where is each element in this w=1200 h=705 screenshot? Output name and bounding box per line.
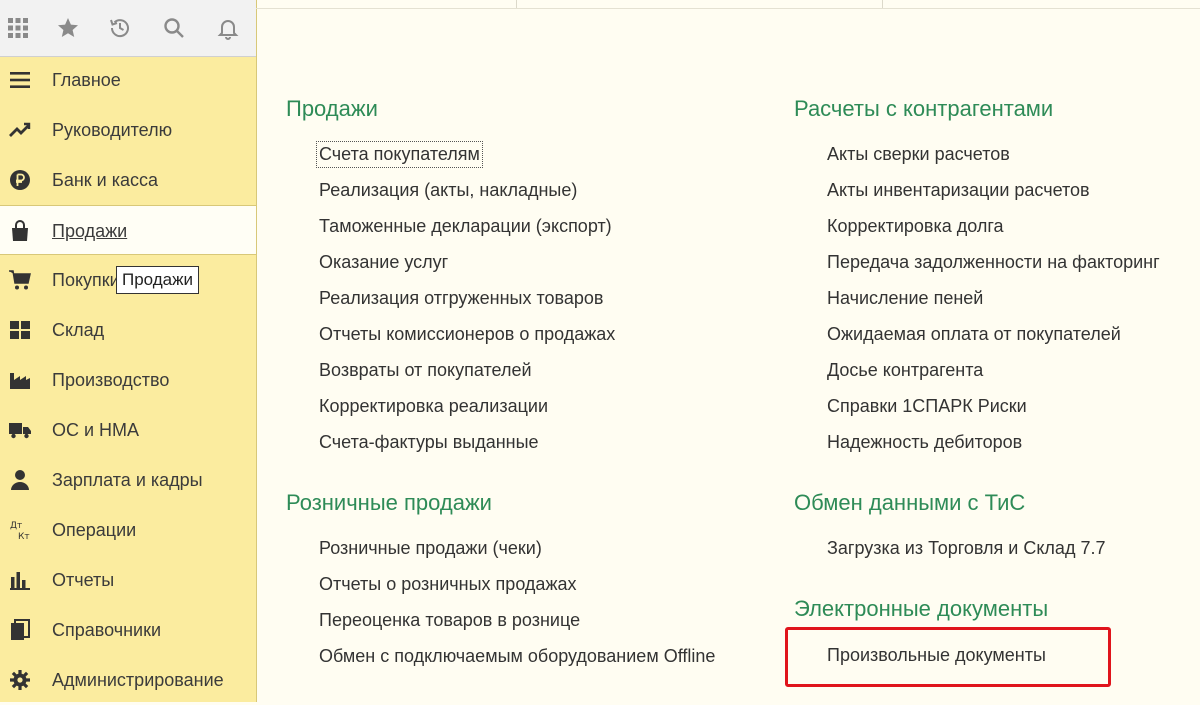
sidebar-item-reports[interactable]: Отчеты	[0, 555, 256, 605]
sidebar-item-label: Зарплата и кадры	[52, 470, 203, 490]
link-offline-equipment[interactable]: Обмен с подключаемым оборудованием Offli…	[319, 646, 715, 667]
link-customer-invoices[interactable]: Счета покупателям	[316, 141, 483, 168]
sidebar-item-operations[interactable]: Дт Кт Операции	[0, 505, 256, 555]
sidebar-item-label: Главное	[52, 70, 121, 90]
notifications-bell-icon[interactable]	[214, 14, 242, 42]
sidebar-item-label: ОС и НМА	[52, 420, 140, 440]
warehouse-grid-icon	[8, 318, 32, 342]
sidebar-item-assets[interactable]: ОС и НМА	[0, 405, 256, 455]
sidebar-item-main[interactable]: Главное	[0, 55, 256, 105]
books-icon	[8, 618, 32, 642]
section-title-retail: Розничные продажи	[286, 490, 492, 515]
svg-text:Кт: Кт	[18, 532, 30, 541]
link-expected-payment[interactable]: Ожидаемая оплата от покупателей	[827, 324, 1121, 345]
section-title-exchange: Обмен данными с ТиС	[794, 490, 1026, 515]
tooltip: Продажи	[116, 266, 199, 294]
link-tis-import[interactable]: Загрузка из Торговля и Склад 7.7	[827, 538, 1105, 559]
tab-strip	[256, 0, 1200, 9]
sidebar-item-label: Операции	[52, 520, 137, 540]
history-icon[interactable]	[106, 14, 134, 42]
sidebar-item-label: Отчеты	[52, 570, 115, 590]
tab-divider	[516, 0, 517, 8]
ruble-coin-icon	[8, 168, 32, 192]
sidebar: Главное Руководителю Банк и касса Продаж…	[0, 0, 257, 702]
sidebar-item-label: Справочники	[52, 620, 162, 640]
link-sales-acts[interactable]: Реализация (акты, накладные)	[319, 180, 577, 201]
truck-icon	[8, 418, 32, 442]
sidebar-item-directories[interactable]: Справочники	[0, 605, 256, 655]
link-penalties[interactable]: Начисление пеней	[827, 288, 983, 309]
link-debt-adjustment[interactable]: Корректировка долга	[827, 216, 1004, 237]
link-retail-revaluation[interactable]: Переоценка товаров в рознице	[319, 610, 580, 631]
link-counterparty-dossier[interactable]: Досье контрагента	[827, 360, 983, 381]
factory-icon	[8, 368, 32, 392]
link-sales-adjustment[interactable]: Корректировка реализации	[319, 396, 548, 417]
sidebar-item-label: Банк и касса	[52, 170, 158, 190]
sidebar-item-sales[interactable]: Продажи	[0, 205, 256, 255]
menu-lines-icon	[8, 68, 32, 92]
sidebar-item-production[interactable]: Производство	[0, 355, 256, 405]
top-toolbar	[0, 0, 256, 57]
link-issued-invoices[interactable]: Счета-фактуры выданные	[319, 432, 539, 453]
shopping-bag-icon	[8, 219, 32, 243]
link-shipped-goods[interactable]: Реализация отгруженных товаров	[319, 288, 603, 309]
sidebar-item-bank[interactable]: Банк и касса	[0, 155, 256, 205]
link-customer-returns[interactable]: Возвраты от покупателей	[319, 360, 532, 381]
sidebar-item-label: Администрирование	[52, 670, 224, 690]
sidebar-item-payroll[interactable]: Зарплата и кадры	[0, 455, 256, 505]
link-customs-declarations[interactable]: Таможенные декларации (экспорт)	[319, 216, 612, 237]
tab-divider	[882, 0, 883, 8]
sidebar-item-label: Производство	[52, 370, 170, 390]
apps-grid-icon[interactable]	[4, 14, 32, 42]
sidebar-item-label: Продажи	[52, 221, 128, 241]
link-retail-reports[interactable]: Отчеты о розничных продажах	[319, 574, 577, 595]
person-icon	[8, 468, 32, 492]
section-title-settlements: Расчеты с контрагентами	[794, 96, 1054, 121]
link-services[interactable]: Оказание услуг	[319, 252, 448, 273]
svg-text:Дт: Дт	[10, 521, 22, 531]
link-factoring[interactable]: Передача задолженности на факторинг	[827, 252, 1160, 273]
dt-kt-icon: Дт Кт	[8, 518, 32, 542]
section-title-edocs: Электронные документы	[794, 596, 1049, 621]
sidebar-item-warehouse[interactable]: Склад	[0, 305, 256, 355]
link-reconciliation-acts[interactable]: Акты сверки расчетов	[827, 144, 1010, 165]
sidebar-item-label: Покупки	[52, 270, 120, 290]
link-spark-risks[interactable]: Справки 1СПАРК Риски	[827, 396, 1027, 417]
link-inventory-acts[interactable]: Акты инвентаризации расчетов	[827, 180, 1090, 201]
sidebar-item-manager[interactable]: Руководителю	[0, 105, 256, 155]
link-debtor-reliability[interactable]: Надежность дебиторов	[827, 432, 1022, 453]
cart-icon	[8, 268, 32, 292]
sidebar-item-label: Руководителю	[52, 120, 173, 140]
bar-chart-icon	[8, 568, 32, 592]
sidebar-item-label: Склад	[52, 320, 105, 340]
section-title-sales: Продажи	[286, 96, 378, 121]
link-retail-receipts[interactable]: Розничные продажи (чеки)	[319, 538, 542, 559]
link-commission-reports[interactable]: Отчеты комиссионеров о продажах	[319, 324, 615, 345]
sidebar-item-administration[interactable]: Администрирование	[0, 655, 256, 705]
search-icon[interactable]	[160, 14, 188, 42]
favorites-star-icon[interactable]	[54, 14, 82, 42]
trend-chart-icon	[8, 118, 32, 142]
highlight-box	[785, 627, 1111, 687]
gear-icon	[8, 668, 32, 692]
